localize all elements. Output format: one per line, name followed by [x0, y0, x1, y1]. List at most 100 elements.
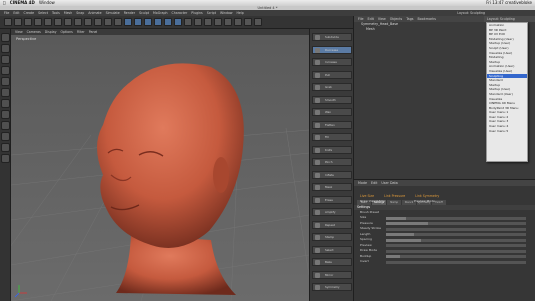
- sculpt-tool-erase[interactable]: Erase: [312, 195, 352, 204]
- sculpt-tool-pull[interactable]: Pull: [312, 70, 352, 79]
- sculpt-tool-label: Symmetry: [325, 285, 340, 289]
- head-model[interactable]: [97, 63, 244, 295]
- toolbar-button-icon[interactable]: [164, 18, 172, 26]
- mode-button-icon[interactable]: [1, 77, 10, 86]
- attr-slider-track[interactable]: [386, 255, 526, 258]
- toolbar-button-icon[interactable]: [204, 18, 212, 26]
- mode-toolbar: [0, 29, 11, 301]
- sculpt-tool-mask[interactable]: Mask: [312, 183, 352, 191]
- sculpt-tool-repeat[interactable]: Repeat: [312, 220, 352, 229]
- sculpt-tool-wax[interactable]: Wax: [312, 108, 352, 116]
- sculpt-tool-mirror[interactable]: Mirror: [312, 270, 352, 279]
- mode-button-icon[interactable]: [1, 99, 10, 108]
- sculpt-tool-stamp[interactable]: Stamp: [312, 233, 352, 241]
- toolbar-button-icon[interactable]: [214, 18, 222, 26]
- attr-slider-track[interactable]: [386, 260, 526, 264]
- toolbar-button-icon[interactable]: [74, 18, 82, 26]
- sculpt-tool-smooth[interactable]: Smooth: [312, 95, 352, 104]
- toolbar-button-icon[interactable]: [104, 18, 112, 26]
- sculpt-tool-label: Mirror: [325, 272, 334, 277]
- objmgr-menu-objects[interactable]: Objects: [390, 17, 402, 21]
- mode-button-icon[interactable]: [1, 121, 10, 130]
- objmgr-menu-bookmarks[interactable]: Bookmarks: [418, 17, 436, 21]
- layout-option[interactable]: User menu 5: [487, 129, 527, 134]
- attr-slider-track[interactable]: [386, 227, 526, 231]
- toolbar-button-icon[interactable]: [244, 18, 252, 26]
- attr-controls: Size Pressure Steady Stroke Length Spacing Pr…: [354, 215, 535, 265]
- toolbar-button-icon[interactable]: [14, 18, 22, 26]
- toolbar-button-icon[interactable]: [54, 18, 62, 26]
- attr-title-item: Live Size: [360, 194, 375, 198]
- sculpt-tool-label: Mask: [325, 185, 333, 189]
- mode-button-icon[interactable]: [1, 55, 10, 64]
- toolbar-button-icon[interactable]: [114, 18, 122, 26]
- attr-menu-item[interactable]: Mode: [358, 181, 367, 185]
- toolbar-button-icon[interactable]: [94, 18, 102, 26]
- toolbar-button-icon[interactable]: [124, 18, 132, 26]
- toolbar-button-icon[interactable]: [64, 18, 72, 26]
- toolbar-button-icon[interactable]: [174, 18, 182, 26]
- attr-menu-item[interactable]: Edit: [371, 181, 377, 185]
- main-toolbar: [0, 16, 353, 29]
- preview-mode-label: Preview Mode: [414, 199, 435, 203]
- mode-button-icon[interactable]: [1, 33, 10, 42]
- toolbar-button-icon[interactable]: [234, 18, 242, 26]
- toolbar-button-icon[interactable]: [194, 18, 202, 26]
- sculpt-tool-label: Bake: [325, 260, 332, 264]
- attr-menu-item[interactable]: User Data: [381, 181, 397, 185]
- objmgr-menu-file[interactable]: File: [358, 17, 364, 21]
- objmgr-menu-edit[interactable]: Edit: [368, 17, 374, 21]
- toolbar-button-icon[interactable]: [184, 18, 192, 26]
- attr-slider-track[interactable]: [386, 249, 526, 253]
- sculpt-tool-icon: [315, 85, 320, 90]
- sculpt-tool-select[interactable]: Select: [312, 245, 352, 254]
- sculpt-tool-icon: [315, 110, 320, 115]
- mode-button-icon[interactable]: [1, 110, 10, 119]
- sculpt-tool-amplify[interactable]: Amplify: [312, 208, 352, 216]
- sculpt-tool-bake[interactable]: Bake: [312, 258, 352, 266]
- sculpt-tool-inflate[interactable]: Inflate: [312, 170, 352, 179]
- sculpt-tool-increase[interactable]: Increase: [312, 58, 352, 66]
- objmgr-menu-view[interactable]: View: [378, 17, 386, 21]
- toolbar-button-icon[interactable]: [224, 18, 232, 26]
- objmgr-menu-tags[interactable]: Tags: [406, 17, 413, 21]
- sculpt-tool-icon: [315, 135, 320, 140]
- toolbar-button-icon[interactable]: [254, 18, 262, 26]
- sculpt-tool-decrease[interactable]: Decrease: [312, 45, 352, 54]
- sculpt-tool-knife[interactable]: Knife: [312, 145, 352, 154]
- viewport[interactable]: Perspective: [11, 35, 309, 301]
- attr-title-item: Link Pressure: [384, 194, 406, 198]
- attr-slider-track[interactable]: [386, 216, 526, 220]
- attr-row[interactable]: Invert: [354, 259, 535, 265]
- mode-button-icon[interactable]: [1, 132, 10, 141]
- toolbar-button-icon[interactable]: [134, 18, 142, 26]
- sculpt-tool-symmetry[interactable]: Symmetry: [312, 283, 352, 291]
- sculpt-tool-flatten[interactable]: Flatten: [312, 120, 352, 129]
- sculpt-tool-subdivide[interactable]: Subdivide: [312, 33, 352, 41]
- attr-row-label: Draw Mode: [360, 248, 377, 252]
- toolbar-button-icon[interactable]: [4, 18, 12, 26]
- attr-row-label: Preview: [360, 242, 372, 247]
- toolbar-button-icon[interactable]: [154, 18, 162, 26]
- sculpt-tool-fill[interactable]: Fill: [312, 133, 352, 141]
- mode-button-icon[interactable]: [1, 66, 10, 75]
- sculpt-tool-icon: [315, 160, 320, 165]
- sculpt-tool-label: Select: [325, 247, 334, 252]
- sculpt-tool-grab[interactable]: Grab: [312, 83, 352, 91]
- mode-button-icon[interactable]: [1, 154, 10, 163]
- mode-button-icon[interactable]: [1, 88, 10, 97]
- toolbar-button-icon[interactable]: [34, 18, 42, 26]
- sculpt-tool-icon: [315, 272, 320, 278]
- sculpt-tool-label: Repeat: [325, 222, 335, 227]
- toolbar-button-icon[interactable]: [144, 18, 152, 26]
- sculpt-tool-pinch[interactable]: Pinch: [312, 158, 352, 166]
- toolbar-button-icon[interactable]: [24, 18, 32, 26]
- visual-size-row[interactable]: Draw Visual Size Preview Mode: [354, 199, 535, 205]
- toolbar-button-icon[interactable]: [44, 18, 52, 26]
- sculpt-tool-icon: [315, 247, 320, 253]
- attr-slider-track[interactable]: [386, 244, 526, 247]
- viewport-canvas[interactable]: [11, 35, 309, 301]
- toolbar-button-icon[interactable]: [84, 18, 92, 26]
- mode-button-icon[interactable]: [1, 44, 10, 53]
- mode-button-icon[interactable]: [1, 143, 10, 152]
